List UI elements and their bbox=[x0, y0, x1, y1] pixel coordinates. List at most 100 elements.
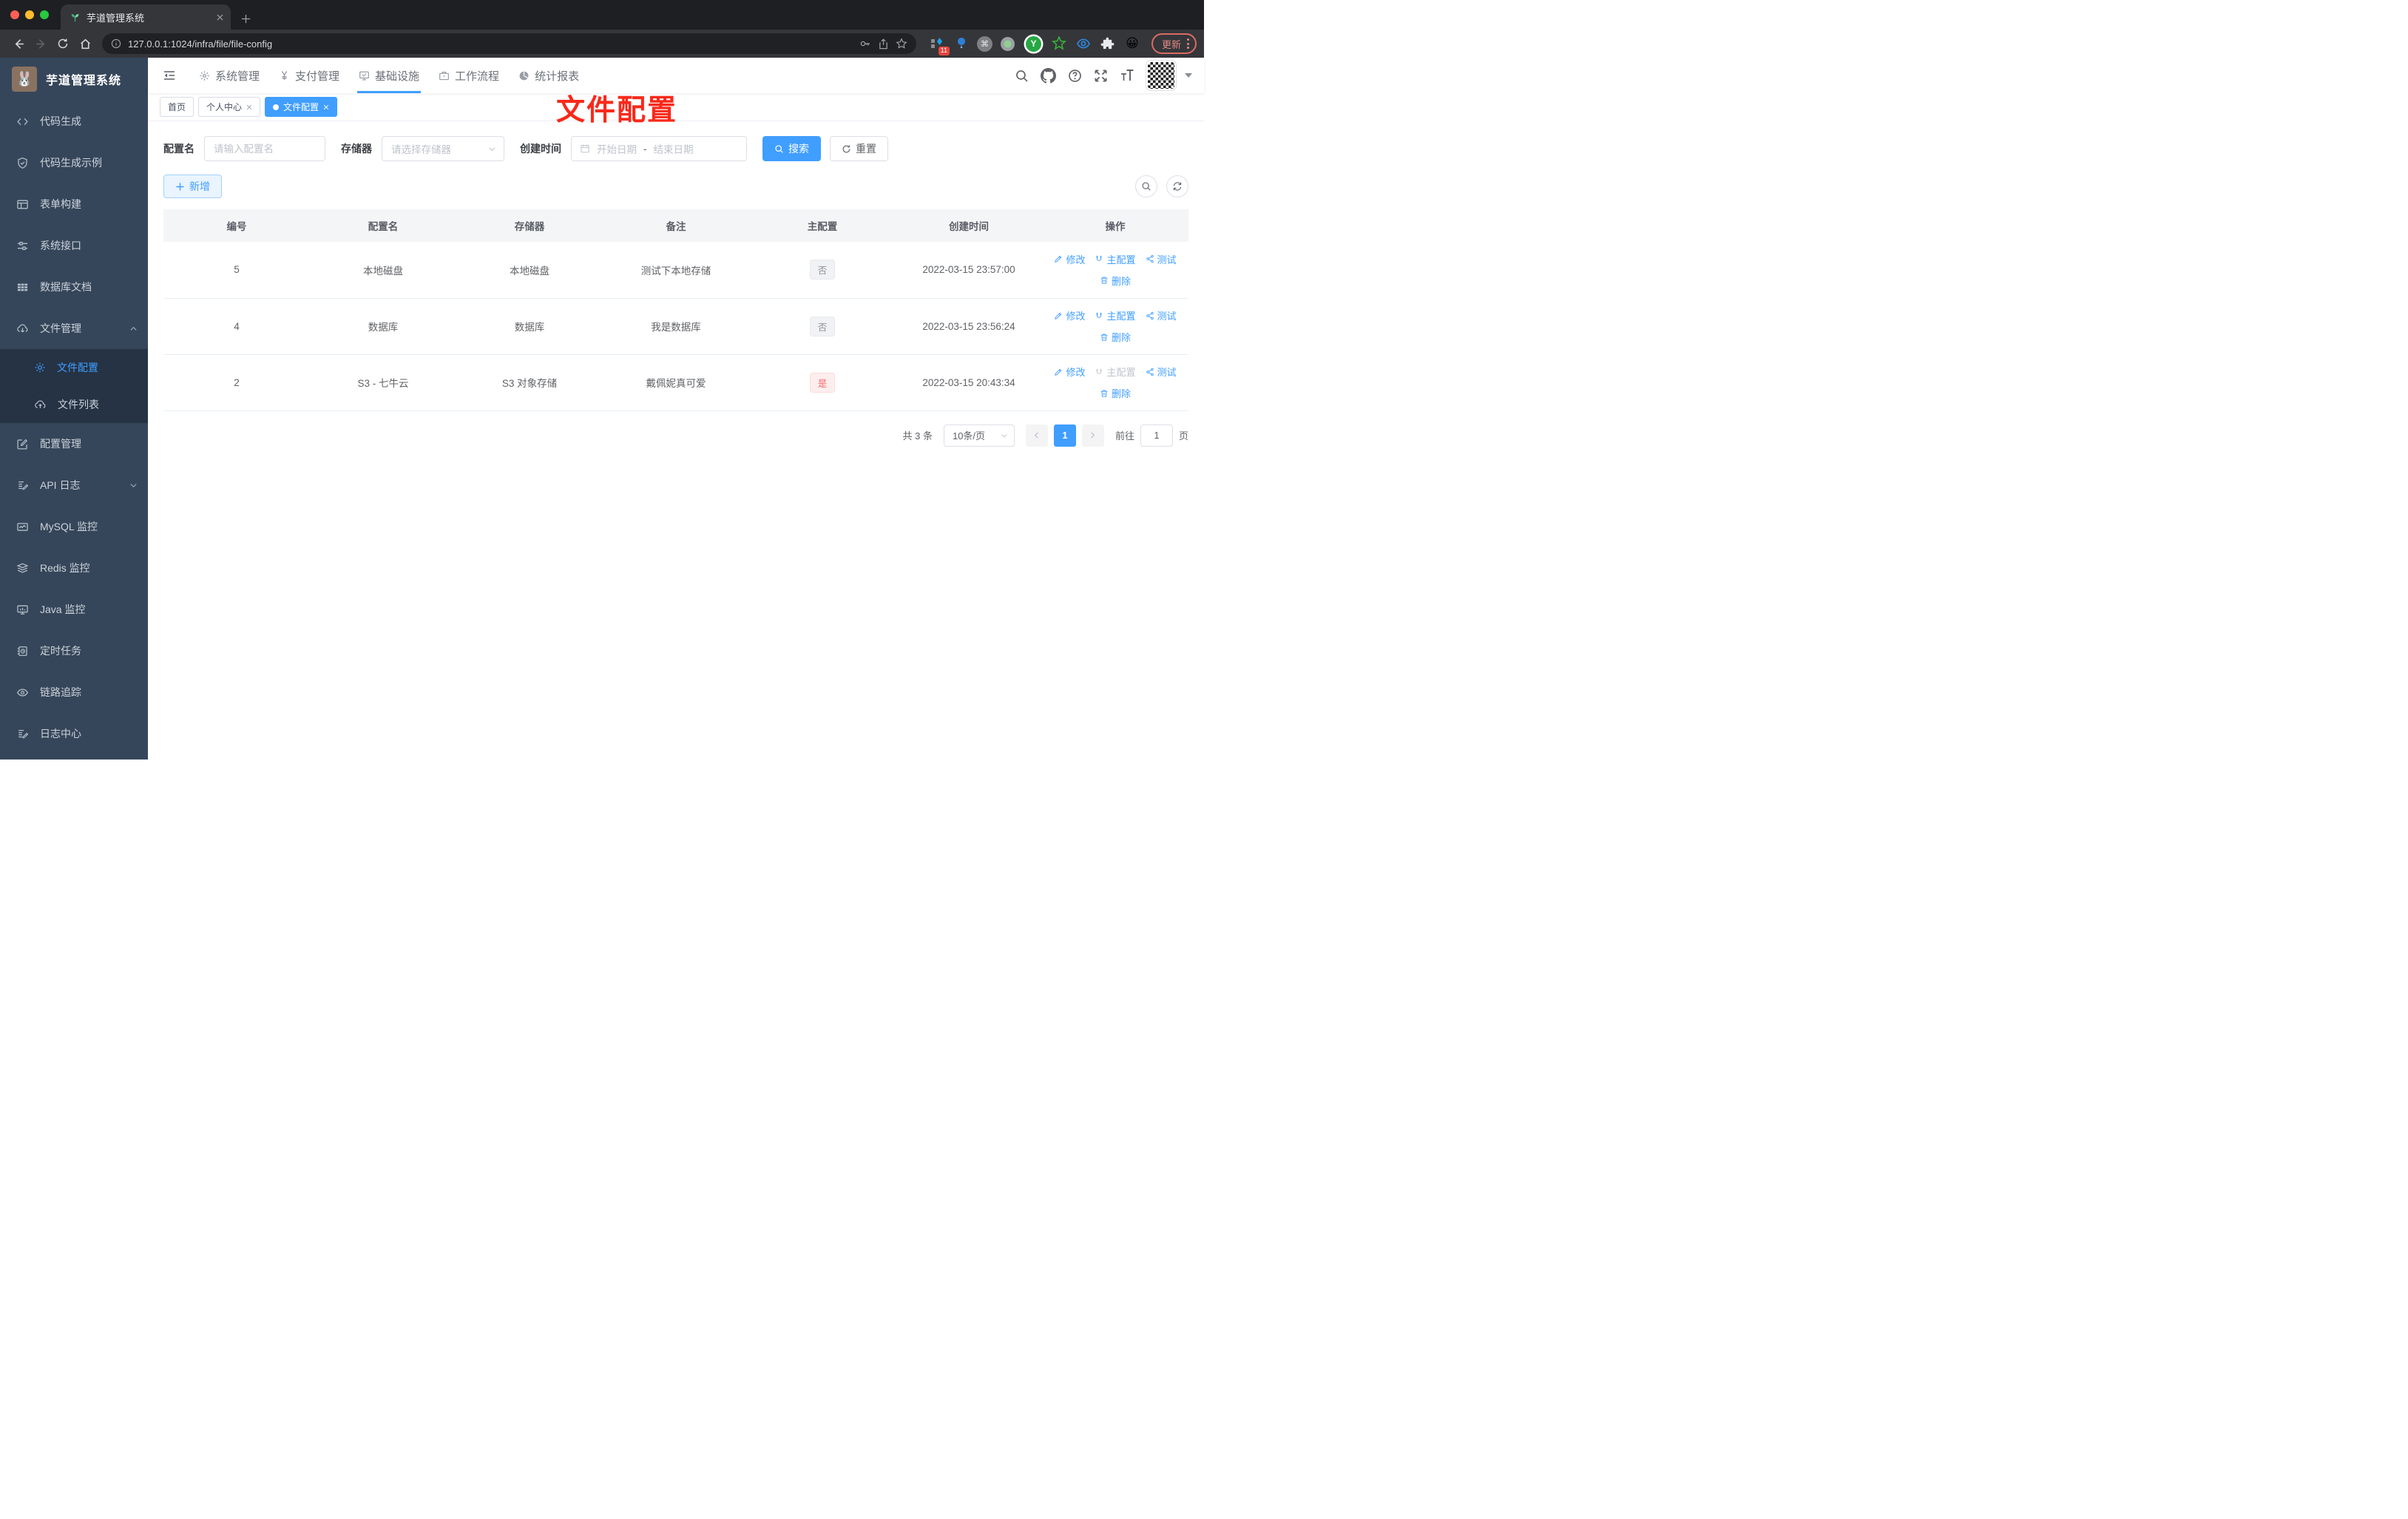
master-config-link[interactable]: 主配置 bbox=[1095, 308, 1136, 322]
bookmark-star-icon[interactable] bbox=[896, 38, 907, 50]
nav-item-infrastructure[interactable]: 基础设施 bbox=[349, 58, 429, 93]
search-icon[interactable] bbox=[1015, 69, 1029, 83]
edit-link[interactable]: 修改 bbox=[1054, 365, 1085, 379]
back-icon[interactable] bbox=[7, 33, 30, 55]
reload-icon[interactable] bbox=[52, 33, 74, 55]
sidebar-item-log-center[interactable]: 日志中心 bbox=[0, 713, 148, 754]
sidebar-item-code-generation[interactable]: 代码生成 bbox=[0, 101, 148, 142]
home-icon[interactable] bbox=[74, 33, 96, 55]
tags-bar: 首页 个人中心 文件配置 bbox=[148, 93, 1204, 121]
chevron-down-icon bbox=[129, 481, 138, 490]
user-avatar-qr[interactable] bbox=[1146, 60, 1177, 91]
sidebar-item-java-monitor[interactable]: Java 监控 bbox=[0, 589, 148, 630]
window-zoom-button[interactable] bbox=[40, 10, 49, 19]
sidebar-item-redis-monitor[interactable]: Redis 监控 bbox=[0, 547, 148, 589]
storage-select[interactable]: 请选择存储器 bbox=[382, 136, 504, 161]
github-icon[interactable] bbox=[1041, 67, 1056, 84]
sidebar-logo-row[interactable]: 🐰 芋道管理系统 bbox=[0, 58, 148, 101]
tag-profile[interactable]: 个人中心 bbox=[198, 97, 261, 117]
sidebar-item-system-api[interactable]: 系统接口 bbox=[0, 225, 148, 266]
eye-rings-extension-icon[interactable] bbox=[1075, 35, 1092, 53]
command-extension-icon[interactable]: ⌘ bbox=[976, 35, 992, 52]
window-controls[interactable] bbox=[0, 10, 61, 19]
sidebar-item-file-management[interactable]: 文件管理 bbox=[0, 308, 148, 349]
edit-link[interactable]: 修改 bbox=[1054, 308, 1085, 322]
goto-page: 前往 页 bbox=[1115, 424, 1188, 447]
password-key-icon[interactable] bbox=[859, 38, 871, 50]
sidebar-item-tracing[interactable]: 链路追踪 bbox=[0, 671, 148, 713]
search-button-label: 搜索 bbox=[788, 143, 809, 155]
browser-menu-kebab-icon[interactable] bbox=[1187, 38, 1189, 49]
logo-emoji: 🐰 bbox=[16, 72, 33, 87]
edit-link[interactable]: 修改 bbox=[1054, 252, 1085, 266]
browser-update-button[interactable]: 更新 bbox=[1151, 33, 1197, 54]
goto-page-input[interactable] bbox=[1140, 424, 1173, 447]
emoji-extension-icon[interactable]: 😀 bbox=[1123, 35, 1141, 53]
sidebar-item-db-doc[interactable]: 数据库文档 bbox=[0, 266, 148, 308]
sidebar-item-api-log[interactable]: API 日志 bbox=[0, 464, 148, 506]
share-icon[interactable] bbox=[878, 38, 889, 50]
balloon-extension-icon[interactable] bbox=[953, 35, 970, 53]
nav-item-payment-management[interactable]: 支付管理 bbox=[269, 58, 349, 93]
nav-item-statistics[interactable]: 统计报表 bbox=[509, 58, 589, 93]
star-extension-icon[interactable] bbox=[1050, 35, 1068, 53]
refresh-table-icon[interactable] bbox=[1166, 175, 1188, 197]
fullscreen-icon[interactable] bbox=[1094, 69, 1108, 83]
url-text[interactable]: 127.0.0.1:1024/infra/file/file-config bbox=[128, 38, 853, 50]
cell-name: 本地磁盘 bbox=[310, 242, 456, 299]
avatar-caret-down-icon[interactable] bbox=[1185, 73, 1192, 78]
circle-dot-extension-icon[interactable] bbox=[999, 35, 1017, 53]
col-header-name: 配置名 bbox=[310, 209, 456, 242]
tag-close-icon[interactable] bbox=[323, 104, 329, 110]
sidebar-item-file-config[interactable]: 文件配置 bbox=[0, 349, 148, 386]
sidebar-item-code-example[interactable]: 代码生成示例 bbox=[0, 142, 148, 183]
date-range-picker[interactable]: 开始日期 - 结束日期 bbox=[571, 136, 747, 161]
delete-link[interactable]: 删除 bbox=[1100, 274, 1131, 288]
tab-close-icon[interactable] bbox=[217, 13, 223, 21]
tag-file-config[interactable]: 文件配置 bbox=[265, 97, 338, 117]
nav-item-workflow[interactable]: 工作流程 bbox=[429, 58, 509, 93]
current-page-button[interactable]: 1 bbox=[1053, 424, 1076, 447]
reset-button[interactable]: 重置 bbox=[830, 136, 888, 161]
toggle-search-icon[interactable] bbox=[1135, 175, 1157, 197]
tag-close-icon[interactable] bbox=[246, 104, 252, 110]
window-minimize-button[interactable] bbox=[25, 10, 34, 19]
cell-storage: 数据库 bbox=[456, 298, 603, 355]
next-page-icon[interactable] bbox=[1081, 424, 1104, 447]
sidebar-item-file-list[interactable]: 文件列表 bbox=[0, 386, 148, 423]
puzzle-extension-icon[interactable] bbox=[1099, 35, 1117, 53]
forward-icon[interactable] bbox=[30, 33, 52, 55]
date-start-placeholder: 开始日期 bbox=[597, 144, 637, 155]
window-close-button[interactable] bbox=[10, 10, 19, 19]
browser-tab[interactable]: 芋道管理系统 bbox=[61, 4, 231, 30]
test-link[interactable]: 测试 bbox=[1146, 252, 1177, 266]
add-button[interactable]: 新增 bbox=[163, 175, 222, 198]
sidebar-item-config-management[interactable]: 配置管理 bbox=[0, 423, 148, 464]
nav-item-system-management[interactable]: 系统管理 bbox=[189, 58, 269, 93]
sidebar-item-form-builder[interactable]: 表单构建 bbox=[0, 183, 148, 225]
delete-link[interactable]: 删除 bbox=[1100, 330, 1131, 344]
config-name-input[interactable] bbox=[204, 136, 325, 161]
tag-home[interactable]: 首页 bbox=[160, 97, 195, 117]
browser-tab-strip: 芋道管理系统 bbox=[0, 0, 1204, 30]
site-info-icon[interactable] bbox=[111, 38, 121, 49]
test-link[interactable]: 测试 bbox=[1146, 365, 1177, 379]
font-size-icon[interactable] bbox=[1120, 69, 1134, 82]
prev-page-icon[interactable] bbox=[1025, 424, 1048, 447]
test-link[interactable]: 测试 bbox=[1146, 308, 1177, 322]
help-icon[interactable] bbox=[1068, 69, 1082, 83]
plus-icon bbox=[175, 182, 185, 192]
delete-link[interactable]: 删除 bbox=[1100, 386, 1131, 400]
sidebar-collapse-icon[interactable] bbox=[160, 66, 179, 85]
search-button[interactable]: 搜索 bbox=[762, 136, 821, 161]
page-size-select[interactable]: 10条/页 bbox=[943, 424, 1015, 447]
edit-link-label: 修改 bbox=[1066, 254, 1086, 265]
master-config-link[interactable]: 主配置 bbox=[1095, 252, 1136, 266]
sidebar-item-scheduled-tasks[interactable]: 定时任务 bbox=[0, 630, 148, 671]
master-tag: 否 bbox=[810, 316, 835, 336]
sidebar-item-mysql-monitor[interactable]: MySQL 监控 bbox=[0, 506, 148, 547]
address-bar[interactable]: 127.0.0.1:1024/infra/file/file-config bbox=[102, 33, 916, 54]
new-tab-button[interactable] bbox=[241, 14, 251, 24]
grid-diamond-extension-icon[interactable]: 11 bbox=[928, 35, 950, 55]
y-extension-icon[interactable]: Y bbox=[1024, 34, 1044, 54]
